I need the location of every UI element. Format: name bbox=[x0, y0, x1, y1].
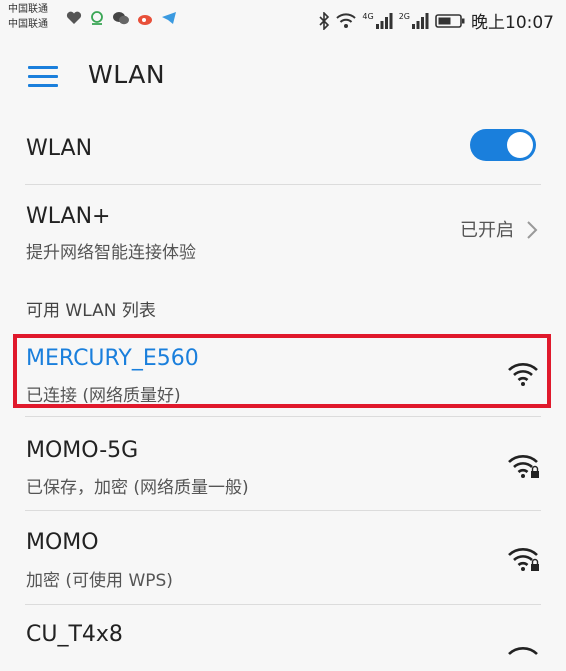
telegram-icon bbox=[162, 12, 176, 24]
network-status: 已保存，加密 (网络质量一般) bbox=[26, 478, 249, 498]
wifi-signal-icon bbox=[508, 647, 538, 655]
carrier-labels: 中国联通 中国联通 bbox=[8, 2, 48, 32]
wifi-status-icon bbox=[336, 12, 357, 28]
network-type-2: 2G bbox=[398, 11, 410, 21]
signal-2-icon: 2G bbox=[398, 11, 429, 29]
health-icon bbox=[91, 11, 103, 25]
switch-knob bbox=[507, 132, 533, 158]
wlan-plus-status: 已开启 bbox=[460, 220, 514, 241]
heart-rate-icon bbox=[66, 11, 82, 24]
network-name: MOMO bbox=[26, 530, 99, 555]
carrier-2: 中国联通 bbox=[8, 19, 48, 30]
weibo-icon bbox=[138, 14, 152, 25]
network-name: MOMO-5G bbox=[26, 438, 139, 463]
system-status-icons: 4G 2G 晚上10:07 bbox=[318, 8, 554, 33]
network-item[interactable]: MOMO-5G 已保存，加密 (网络质量一般) bbox=[0, 417, 566, 511]
section-header: 可用 WLAN 列表 bbox=[26, 301, 156, 321]
network-type-1: 4G bbox=[362, 11, 374, 21]
wlan-toggle-row[interactable]: WLAN bbox=[0, 110, 566, 185]
carrier-1: 中国联通 bbox=[8, 4, 48, 15]
network-item[interactable]: MOMO 加密 (可使用 WPS) bbox=[0, 511, 566, 605]
network-status: 加密 (可使用 WPS) bbox=[26, 571, 173, 591]
wlan-plus-row[interactable]: WLAN+ 提升网络智能连接体验 已开启 bbox=[0, 185, 566, 275]
network-name: CU_T4x8 bbox=[26, 622, 123, 647]
app-bar: WLAN bbox=[0, 40, 566, 110]
wifi-lock-icon bbox=[508, 548, 539, 571]
page-title: WLAN bbox=[88, 60, 166, 89]
network-item[interactable]: CU_T4x8 bbox=[0, 605, 566, 655]
clock: 晚上10:07 bbox=[471, 13, 554, 33]
wlan-switch[interactable] bbox=[470, 129, 536, 161]
signal-1-icon: 4G bbox=[362, 11, 393, 29]
wlan-plus-subtitle: 提升网络智能连接体验 bbox=[26, 243, 196, 263]
bluetooth-icon bbox=[319, 11, 330, 30]
battery-icon bbox=[435, 13, 465, 28]
chevron-right-icon bbox=[527, 221, 538, 239]
notification-icons bbox=[66, 10, 177, 26]
wlan-plus-title: WLAN+ bbox=[26, 204, 111, 229]
wechat-icon bbox=[113, 11, 129, 24]
status-bar: 中国联通 中国联通 4G 2G 晚上10:07 bbox=[0, 0, 566, 40]
highlight-box bbox=[13, 334, 551, 408]
menu-icon[interactable] bbox=[28, 66, 58, 88]
wlan-label: WLAN bbox=[26, 136, 93, 161]
wifi-lock-icon bbox=[508, 455, 539, 478]
